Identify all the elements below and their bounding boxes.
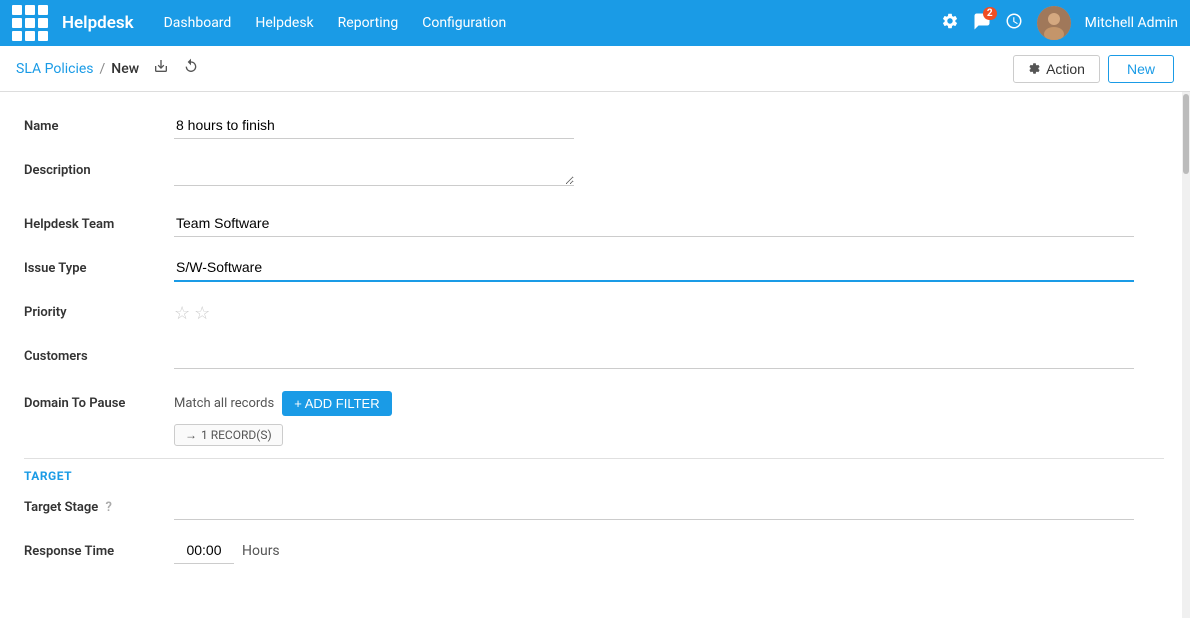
top-nav: Helpdesk Dashboard Helpdesk Reporting Co… — [0, 0, 1190, 46]
description-input[interactable] — [174, 156, 574, 186]
priority-row: Priority ☆ ☆ — [24, 298, 1164, 334]
target-stage-label: Target Stage ? — [24, 493, 174, 515]
records-badge-container: → 1 RECORD(S) — [174, 424, 1134, 446]
action-button[interactable]: Action — [1013, 55, 1100, 83]
records-badge[interactable]: → 1 RECORD(S) — [174, 424, 283, 446]
helpdesk-team-input[interactable] — [174, 210, 1134, 237]
scrollbar[interactable] — [1182, 92, 1190, 618]
nav-links: Dashboard Helpdesk Reporting Configurati… — [154, 11, 941, 35]
helpdesk-team-row: Helpdesk Team — [24, 210, 1164, 246]
domain-controls: Match all records + ADD FILTER — [174, 391, 1134, 416]
target-section-title: TARGET — [24, 469, 1164, 483]
name-label: Name — [24, 112, 174, 134]
priority-label: Priority — [24, 298, 174, 320]
app-name[interactable]: Helpdesk — [62, 13, 134, 33]
nav-dashboard[interactable]: Dashboard — [154, 11, 242, 35]
customers-label: Customers — [24, 342, 174, 364]
form-section: Name Description Helpdesk Team Issue Typ… — [24, 112, 1164, 573]
match-all-text: Match all records — [174, 396, 274, 411]
domain-to-pause-field: Match all records + ADD FILTER → 1 RECOR… — [174, 386, 1134, 446]
new-button[interactable]: New — [1108, 55, 1174, 83]
domain-to-pause-row: Domain To Pause Match all records + ADD … — [24, 386, 1164, 446]
helpdesk-team-label: Helpdesk Team — [24, 210, 174, 232]
chat-icon[interactable]: 2 — [973, 12, 991, 35]
breadcrumb-actions — [149, 56, 203, 81]
hours-label: Hours — [242, 543, 280, 559]
description-row: Description — [24, 156, 1164, 192]
clock-icon[interactable] — [1005, 12, 1023, 35]
customers-row: Customers — [24, 342, 1164, 378]
description-label: Description — [24, 156, 174, 178]
discard-button[interactable] — [179, 56, 203, 81]
issue-type-input[interactable] — [174, 254, 1134, 282]
issue-type-field — [174, 254, 1134, 282]
star-1[interactable]: ☆ — [174, 303, 190, 324]
issue-type-row: Issue Type — [24, 254, 1164, 290]
customers-input[interactable] — [174, 342, 1134, 369]
records-count: 1 RECORD(S) — [201, 428, 272, 442]
help-icon[interactable]: ? — [106, 500, 112, 515]
main-content: Name Description Helpdesk Team Issue Typ… — [0, 92, 1190, 618]
section-divider — [24, 458, 1164, 459]
chat-badge: 2 — [983, 7, 997, 20]
avatar[interactable] — [1037, 6, 1071, 40]
breadcrumb-separator: / — [100, 61, 106, 77]
app-grid-icon[interactable] — [12, 5, 48, 41]
priority-field: ☆ ☆ — [174, 298, 1134, 324]
name-input[interactable] — [174, 112, 574, 139]
issue-type-label: Issue Type — [24, 254, 174, 276]
add-filter-button[interactable]: + ADD FILTER — [282, 391, 391, 416]
breadcrumb-parent[interactable]: SLA Policies — [16, 61, 94, 77]
target-stage-field — [174, 493, 1134, 520]
target-stage-input[interactable] — [174, 493, 1134, 520]
nav-configuration[interactable]: Configuration — [412, 11, 516, 35]
target-stage-row: Target Stage ? — [24, 493, 1164, 529]
response-time-field: Hours — [174, 537, 1134, 564]
response-time-label: Response Time — [24, 537, 174, 559]
domain-to-pause-label: Domain To Pause — [24, 386, 174, 411]
settings-icon[interactable] — [941, 12, 959, 35]
nav-helpdesk[interactable]: Helpdesk — [245, 11, 323, 35]
admin-name[interactable]: Mitchell Admin — [1085, 15, 1178, 31]
save-manually-button[interactable] — [149, 56, 173, 81]
star-2[interactable]: ☆ — [194, 303, 210, 324]
breadcrumb-bar: SLA Policies / New Action New — [0, 46, 1190, 92]
response-time-row: Response Time Hours — [24, 537, 1164, 573]
helpdesk-team-field — [174, 210, 1134, 237]
breadcrumb-current: New — [111, 61, 139, 77]
nav-reporting[interactable]: Reporting — [328, 11, 409, 35]
customers-field — [174, 342, 1134, 369]
arrow-icon: → — [185, 428, 197, 442]
action-label: Action — [1046, 61, 1085, 77]
name-row: Name — [24, 112, 1164, 148]
scrollbar-thumb — [1183, 94, 1189, 174]
priority-stars: ☆ ☆ — [174, 298, 1134, 324]
response-time-input[interactable] — [174, 537, 234, 564]
nav-right-actions: 2 Mitchell Admin — [941, 6, 1178, 40]
name-field — [174, 112, 1134, 139]
description-field — [174, 156, 1134, 190]
